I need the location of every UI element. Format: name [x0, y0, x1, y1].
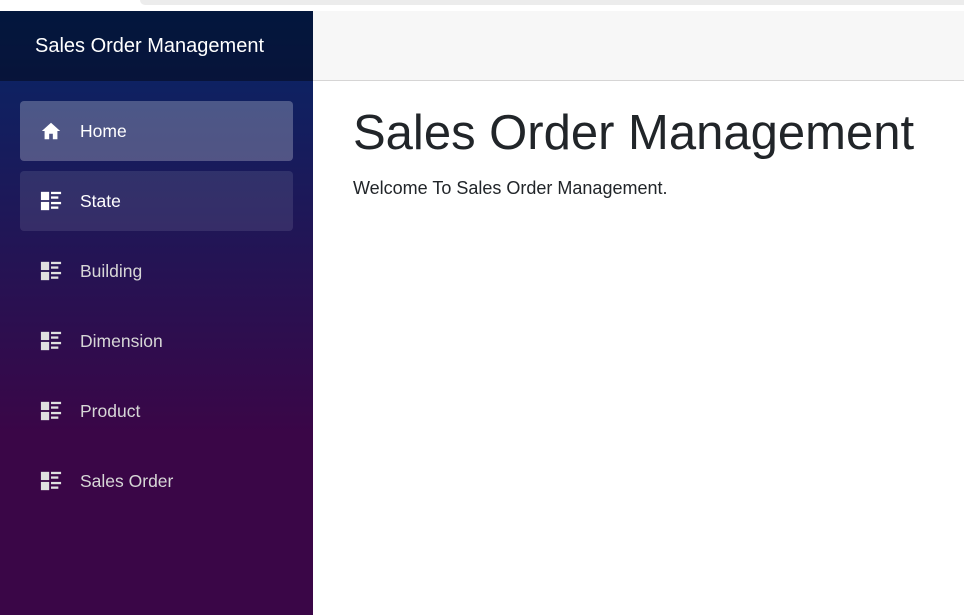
app-title[interactable]: Sales Order Management	[35, 35, 264, 58]
nav-item-label: State	[80, 190, 121, 211]
nav-item-building[interactable]: Building	[20, 241, 293, 301]
nav-item-sales-order[interactable]: Sales Order	[20, 451, 293, 511]
list-icon	[40, 330, 62, 352]
nav-item-product[interactable]: Product	[20, 381, 293, 441]
nav-item-label: Building	[80, 260, 143, 281]
list-icon	[40, 260, 62, 282]
nav-menu: Home State Building Dimension Product Sa…	[20, 101, 293, 521]
brand-bar: Sales Order Management	[0, 11, 313, 81]
home-icon	[40, 120, 62, 142]
nav-item-state[interactable]: State	[20, 171, 293, 231]
main-content: Sales Order Management Welcome To Sales …	[353, 105, 953, 199]
browser-top-strip	[0, 0, 964, 11]
top-bar	[313, 11, 964, 81]
nav-item-dimension[interactable]: Dimension	[20, 311, 293, 371]
browser-chrome-edge	[140, 0, 964, 5]
nav-item-label: Dimension	[80, 330, 163, 351]
welcome-text: Welcome To Sales Order Management.	[353, 178, 668, 198]
nav-item-label: Product	[80, 400, 141, 421]
list-icon	[40, 400, 62, 422]
list-icon	[40, 470, 62, 492]
nav-item-label: Home	[80, 120, 127, 141]
nav-item-label: Sales Order	[80, 470, 174, 491]
page-title: Sales Order Management	[353, 106, 915, 160]
list-icon	[40, 190, 62, 212]
sidebar: Sales Order Management Home State Buildi…	[0, 11, 313, 615]
nav-item-home[interactable]: Home	[20, 101, 293, 161]
